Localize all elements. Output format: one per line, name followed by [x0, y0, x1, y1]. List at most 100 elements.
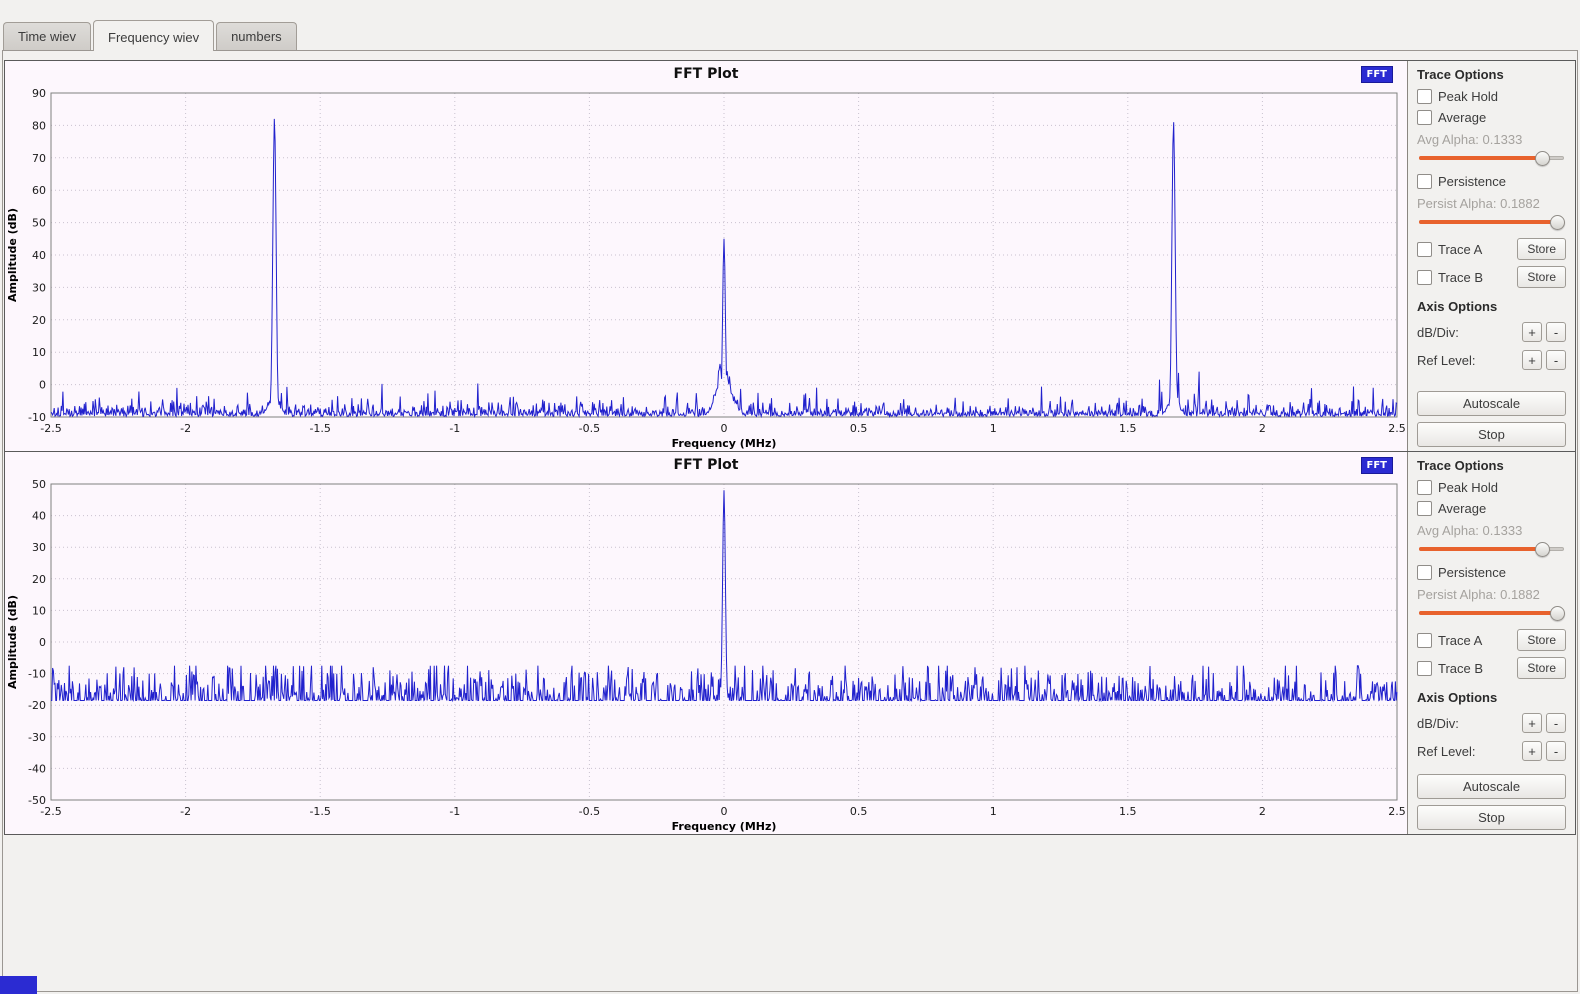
svg-text:Frequency (MHz): Frequency (MHz)	[672, 820, 777, 833]
control-sidebar: Trace Options Peak Hold Average Avg Alph…	[1407, 452, 1575, 834]
svg-text:-0.5: -0.5	[579, 805, 600, 818]
autoscale-button[interactable]: Autoscale	[1417, 391, 1566, 416]
stop-button[interactable]: Stop	[1417, 422, 1566, 447]
stop-button[interactable]: Stop	[1417, 805, 1566, 830]
checkbox-box[interactable]	[1417, 480, 1432, 495]
checkbox-box[interactable]	[1417, 633, 1432, 648]
application-window: Time wiev Frequency wiev numbers FFT Plo…	[0, 0, 1580, 994]
svg-text:1: 1	[990, 805, 997, 818]
svg-text:-30: -30	[28, 731, 46, 744]
svg-text:Amplitude (dB): Amplitude (dB)	[6, 208, 19, 302]
svg-text:0.5: 0.5	[850, 805, 868, 818]
svg-text:50: 50	[32, 478, 46, 491]
persist-alpha-slider[interactable]	[1419, 605, 1564, 620]
svg-text:Frequency (MHz): Frequency (MHz)	[672, 437, 777, 450]
svg-text:0: 0	[721, 422, 728, 435]
store-trace-b-button[interactable]: Store	[1517, 657, 1566, 679]
ref-level-plus-button[interactable]: +	[1522, 741, 1542, 761]
ref-level-label: Ref Level:	[1417, 744, 1518, 759]
fft-panel-bottom: FFT Plot FFT -2.5-2-1.5-1-0.500.511.522.…	[4, 452, 1576, 835]
checkbox-box[interactable]	[1417, 242, 1432, 257]
trace-a-checkbox[interactable]: Trace A	[1417, 242, 1482, 257]
svg-text:-1.5: -1.5	[309, 422, 330, 435]
db-div-minus-button[interactable]: -	[1546, 713, 1566, 733]
avg-alpha-label: Avg Alpha: 0.1333	[1417, 523, 1566, 538]
checkbox-box[interactable]	[1417, 661, 1432, 676]
fft-plot-canvas[interactable]: -2.5-2-1.5-1-0.500.511.522.5-10010203040…	[5, 87, 1407, 451]
avg-alpha-slider[interactable]	[1419, 150, 1564, 165]
svg-text:80: 80	[32, 119, 46, 132]
slider-fill	[1419, 547, 1542, 551]
slider-fill	[1419, 220, 1557, 224]
average-checkbox[interactable]: Average	[1417, 110, 1566, 125]
svg-text:-1.5: -1.5	[309, 805, 330, 818]
persistence-checkbox[interactable]: Persistence	[1417, 565, 1566, 580]
plot-region: FFT Plot FFT -2.5-2-1.5-1-0.500.511.522.…	[5, 61, 1407, 451]
trace-b-checkbox[interactable]: Trace B	[1417, 661, 1483, 676]
ref-level-minus-button[interactable]: -	[1546, 350, 1566, 370]
average-checkbox[interactable]: Average	[1417, 501, 1566, 516]
persistence-label: Persistence	[1438, 565, 1506, 580]
slider-handle[interactable]	[1550, 606, 1565, 621]
ref-level-minus-button[interactable]: -	[1546, 741, 1566, 761]
autoscale-button[interactable]: Autoscale	[1417, 774, 1566, 799]
plot-title: FFT Plot	[674, 66, 739, 82]
svg-text:40: 40	[32, 249, 46, 262]
checkbox-box[interactable]	[1417, 110, 1432, 125]
trace-a-row: Trace A Store	[1417, 629, 1566, 651]
fft-badge: FFT	[1361, 457, 1393, 474]
slider-handle[interactable]	[1535, 542, 1550, 557]
svg-text:2: 2	[1259, 805, 1266, 818]
db-div-row: dB/Div: + -	[1417, 322, 1566, 342]
peak-hold-checkbox[interactable]: Peak Hold	[1417, 480, 1566, 495]
fft-plot-canvas[interactable]: -2.5-2-1.5-1-0.500.511.522.5-50-40-30-20…	[5, 478, 1407, 834]
db-div-plus-button[interactable]: +	[1522, 322, 1542, 342]
persist-alpha-slider[interactable]	[1419, 214, 1564, 229]
tab-frequency-view[interactable]: Frequency wiev	[93, 20, 214, 51]
checkbox-box[interactable]	[1417, 89, 1432, 104]
axis-options-heading: Axis Options	[1417, 299, 1566, 314]
tab-page-frequency-view: FFT Plot FFT -2.5-2-1.5-1-0.500.511.522.…	[2, 50, 1578, 992]
peak-hold-label: Peak Hold	[1438, 89, 1498, 104]
svg-text:0: 0	[39, 636, 46, 649]
tab-numbers[interactable]: numbers	[216, 22, 297, 50]
svg-text:-0.5: -0.5	[579, 422, 600, 435]
checkbox-box[interactable]	[1417, 270, 1432, 285]
svg-text:30: 30	[32, 281, 46, 294]
checkbox-box[interactable]	[1417, 174, 1432, 189]
avg-alpha-label: Avg Alpha: 0.1333	[1417, 132, 1566, 147]
trace-a-checkbox[interactable]: Trace A	[1417, 633, 1482, 648]
store-trace-a-button[interactable]: Store	[1517, 629, 1566, 651]
db-div-plus-button[interactable]: +	[1522, 713, 1542, 733]
trace-b-label: Trace B	[1438, 661, 1483, 676]
plot-title-row: FFT Plot FFT	[5, 452, 1407, 478]
store-trace-b-button[interactable]: Store	[1517, 266, 1566, 288]
svg-text:-2: -2	[180, 422, 191, 435]
avg-alpha-slider[interactable]	[1419, 541, 1564, 556]
db-div-row: dB/Div: + -	[1417, 713, 1566, 733]
svg-text:2.5: 2.5	[1388, 422, 1406, 435]
checkbox-box[interactable]	[1417, 565, 1432, 580]
tab-bar: Time wiev Frequency wiev numbers	[0, 0, 1580, 50]
axis-options-heading: Axis Options	[1417, 690, 1566, 705]
ref-level-label: Ref Level:	[1417, 353, 1518, 368]
persistence-checkbox[interactable]: Persistence	[1417, 174, 1566, 189]
ref-level-plus-button[interactable]: +	[1522, 350, 1542, 370]
svg-text:-20: -20	[28, 699, 46, 712]
slider-handle[interactable]	[1535, 151, 1550, 166]
svg-text:-50: -50	[28, 794, 46, 807]
db-div-minus-button[interactable]: -	[1546, 322, 1566, 342]
trace-b-checkbox[interactable]: Trace B	[1417, 270, 1483, 285]
tab-time-view[interactable]: Time wiev	[3, 22, 91, 50]
trace-a-row: Trace A Store	[1417, 238, 1566, 260]
fft-badge: FFT	[1361, 66, 1393, 83]
svg-text:-1: -1	[449, 805, 460, 818]
trace-b-row: Trace B Store	[1417, 266, 1566, 288]
checkbox-box[interactable]	[1417, 501, 1432, 516]
slider-handle[interactable]	[1550, 215, 1565, 230]
svg-text:0.5: 0.5	[850, 422, 868, 435]
store-trace-a-button[interactable]: Store	[1517, 238, 1566, 260]
peak-hold-checkbox[interactable]: Peak Hold	[1417, 89, 1566, 104]
db-div-label: dB/Div:	[1417, 325, 1518, 340]
svg-text:0: 0	[39, 379, 46, 392]
